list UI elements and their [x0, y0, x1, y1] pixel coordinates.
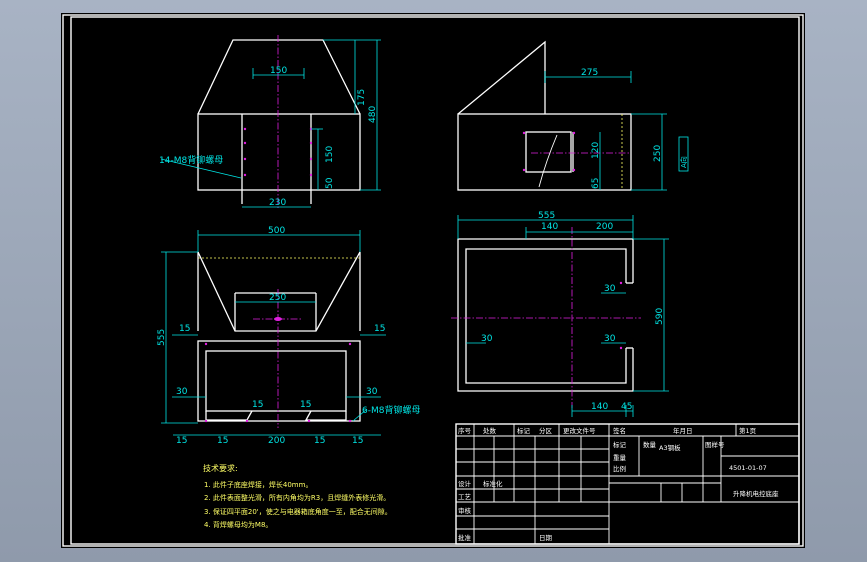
notes-line-3: 3. 保证四平面20'，使之与电器箱底角度一至，配合无间隙。	[204, 507, 392, 516]
notes-line-1: 1. 此件子底座焊接，焊长40mm。	[204, 480, 312, 489]
dim-elev-bottom-3: 15	[314, 436, 325, 446]
dim-plan-tab-left: 30	[481, 334, 493, 344]
tb-top-mid-1: 数量	[643, 440, 657, 449]
tb-r3-1: 标准化	[483, 479, 503, 488]
outer-frame	[62, 14, 804, 547]
dim-elev-flange-left: 15	[179, 324, 190, 334]
dim-plan-bottom-45: 45	[621, 402, 632, 412]
dim-elev-foot-left: 15	[252, 400, 263, 410]
dim-front-base-width: 230	[269, 198, 286, 208]
title-block	[455, 423, 800, 545]
dim-elev-bottom-4: 15	[352, 436, 363, 446]
dim-elev-gap-right: 30	[366, 387, 378, 397]
dim-plan-tab-bottom: 30	[604, 334, 616, 344]
tb-top-right-0: 图样号	[705, 440, 725, 449]
cad-drawing: 150 175 480 150 50 230 14-M8背铆螺母 275 250…	[62, 14, 804, 547]
drawing-sheet: 150 175 480 150 50 230 14-M8背铆螺母 275 250…	[61, 13, 805, 548]
dim-elev-bottom-1: 15	[176, 436, 187, 446]
dim-side-hopper-width: 275	[581, 68, 598, 78]
notes-title: 技术要求:	[203, 463, 238, 473]
dim-elev-opening: 250	[269, 293, 286, 303]
dim-elev-foot-right: 15	[300, 400, 311, 410]
tb-r1-1: 处数	[483, 426, 497, 435]
dim-plan-tab-top: 30	[604, 284, 616, 294]
dim-front-top-height: 175	[357, 89, 367, 106]
dim-plan-bottom-140: 140	[591, 402, 608, 412]
dim-elev-width: 500	[268, 226, 285, 236]
inner-frame	[70, 16, 800, 545]
tb-r1-6: 年月日	[673, 426, 693, 435]
tb-top-mid-0: 标记	[613, 440, 627, 449]
front-hole-note: 14-M8背铆螺母	[159, 154, 223, 166]
tb-r1-5: 签名	[613, 426, 626, 435]
dim-plan-slot-offset: 140	[541, 222, 558, 232]
dim-elev-gap-left: 30	[176, 387, 188, 397]
tb-r3-3: 审核	[458, 506, 472, 515]
side-view	[457, 40, 689, 191]
dim-side-bottom-offset: 65	[591, 178, 601, 189]
dim-elev-bottom-2: 15	[217, 436, 228, 446]
dim-front-window-height: 150	[325, 146, 335, 163]
dim-side-window-height: 120	[591, 142, 601, 159]
dim-plan-width: 555	[538, 211, 555, 221]
dim-side-height: 250	[653, 145, 663, 162]
tb-r1-4: 更改文件号	[563, 426, 596, 435]
dim-front-total-height: 480	[368, 106, 378, 123]
tb-r1-0: 序号	[458, 426, 472, 435]
tb-r1-2: 标记	[517, 426, 531, 435]
elevation-view	[161, 230, 386, 436]
tb-r3-0: 设计	[458, 479, 472, 488]
tb-r3-5: 日期	[539, 534, 553, 542]
tb-top-right-1: 第1页	[739, 426, 757, 435]
notes-line-4: 4. 背焊螺母均为M8。	[204, 520, 272, 529]
dim-front-bottom-offset: 50	[325, 177, 335, 189]
tb-r1-3: 分区	[539, 426, 553, 435]
tb-top-mid-2: 重量	[613, 454, 627, 462]
elev-hole-note: 6-M8背铆螺母	[362, 404, 420, 416]
plan-view	[451, 215, 669, 417]
tb-drawing-no: 4501-01-07	[729, 464, 767, 472]
tb-top-mid-3: 比例	[613, 464, 626, 473]
dim-plan-depth: 590	[655, 308, 665, 325]
tb-r3-2: 工艺	[458, 493, 472, 501]
notes-line-2: 2. 此件表面整光滑，所有内角均为R3，且焊缝外表修光滑。	[204, 493, 390, 502]
dim-elev-height: 555	[157, 329, 167, 346]
tb-material: A3钢板	[659, 443, 681, 452]
dim-elev-flange-right: 15	[374, 324, 385, 334]
dim-plan-slot-span: 200	[596, 222, 613, 232]
dim-front-top-width: 150	[270, 66, 287, 76]
front-view	[160, 35, 381, 209]
side-view-tag: A向	[679, 156, 688, 168]
dim-elev-bottom-200: 200	[268, 436, 285, 446]
tb-part-name: 升降机电控底座	[733, 489, 779, 498]
tb-r3-4: 批准	[458, 533, 472, 542]
